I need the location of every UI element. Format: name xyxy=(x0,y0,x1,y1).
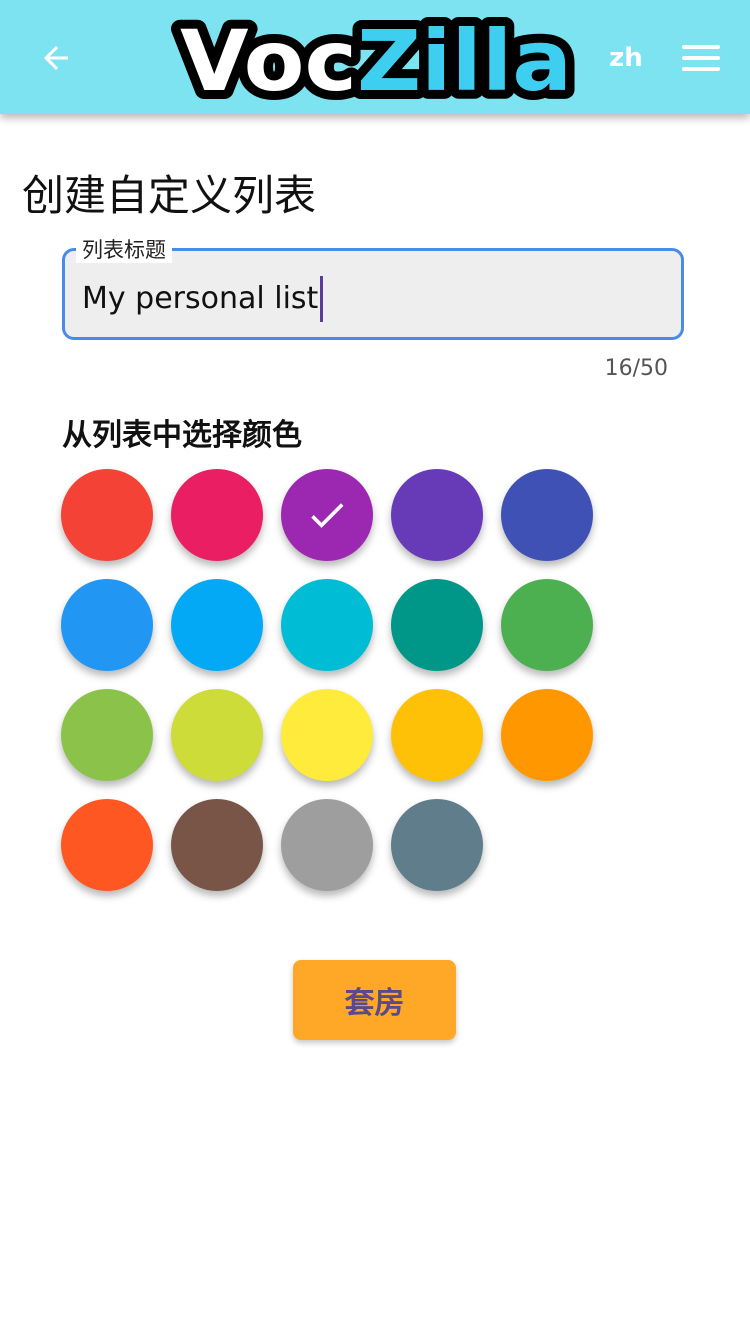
color-swatch-amber[interactable] xyxy=(391,689,483,781)
app-bar: Voc Zilla Voc Zilla zh xyxy=(0,0,750,114)
svg-text:VocZilla: Voc Zilla xyxy=(180,12,572,108)
language-switcher[interactable]: zh xyxy=(600,36,652,80)
color-swatch-teal[interactable] xyxy=(391,579,483,671)
color-swatch-pink[interactable] xyxy=(171,469,263,561)
check-icon xyxy=(311,503,344,528)
color-swatch-deep-orange[interactable] xyxy=(61,799,153,891)
voczilla-logo: Voc Zilla Voc Zilla xyxy=(170,8,582,108)
list-title-value[interactable]: My personal list xyxy=(82,276,324,322)
menu-button[interactable] xyxy=(672,30,730,86)
color-swatch-green[interactable] xyxy=(501,579,593,671)
color-swatch-cyan[interactable] xyxy=(281,579,373,671)
color-swatch-orange[interactable] xyxy=(501,689,593,781)
hamburger-menu-icon xyxy=(682,45,720,71)
back-button[interactable] xyxy=(28,30,84,86)
color-swatch-blue-grey[interactable] xyxy=(391,799,483,891)
page-title: 创建自定义列表 xyxy=(22,171,317,220)
color-swatch-red[interactable] xyxy=(61,469,153,561)
submit-button[interactable]: 套房 xyxy=(293,960,456,1040)
list-title-text: My personal list xyxy=(82,281,319,316)
list-title-label: 列表标题 xyxy=(76,237,172,263)
color-swatch-deep-purple[interactable] xyxy=(391,469,483,561)
color-swatch-yellow[interactable] xyxy=(281,689,373,781)
color-swatch-grey[interactable] xyxy=(281,799,373,891)
color-section-label: 从列表中选择颜色 xyxy=(62,418,302,453)
color-swatch-brown[interactable] xyxy=(171,799,263,891)
character-counter: 16/50 xyxy=(604,356,668,381)
color-swatch-light-blue[interactable] xyxy=(171,579,263,671)
color-swatch-blue[interactable] xyxy=(61,579,153,671)
color-swatch-indigo[interactable] xyxy=(501,469,593,561)
color-swatch-light-green[interactable] xyxy=(61,689,153,781)
text-caret xyxy=(320,276,324,322)
color-swatch-purple[interactable] xyxy=(281,469,373,561)
color-swatch-lime[interactable] xyxy=(171,689,263,781)
arrow-left-icon xyxy=(44,46,68,70)
